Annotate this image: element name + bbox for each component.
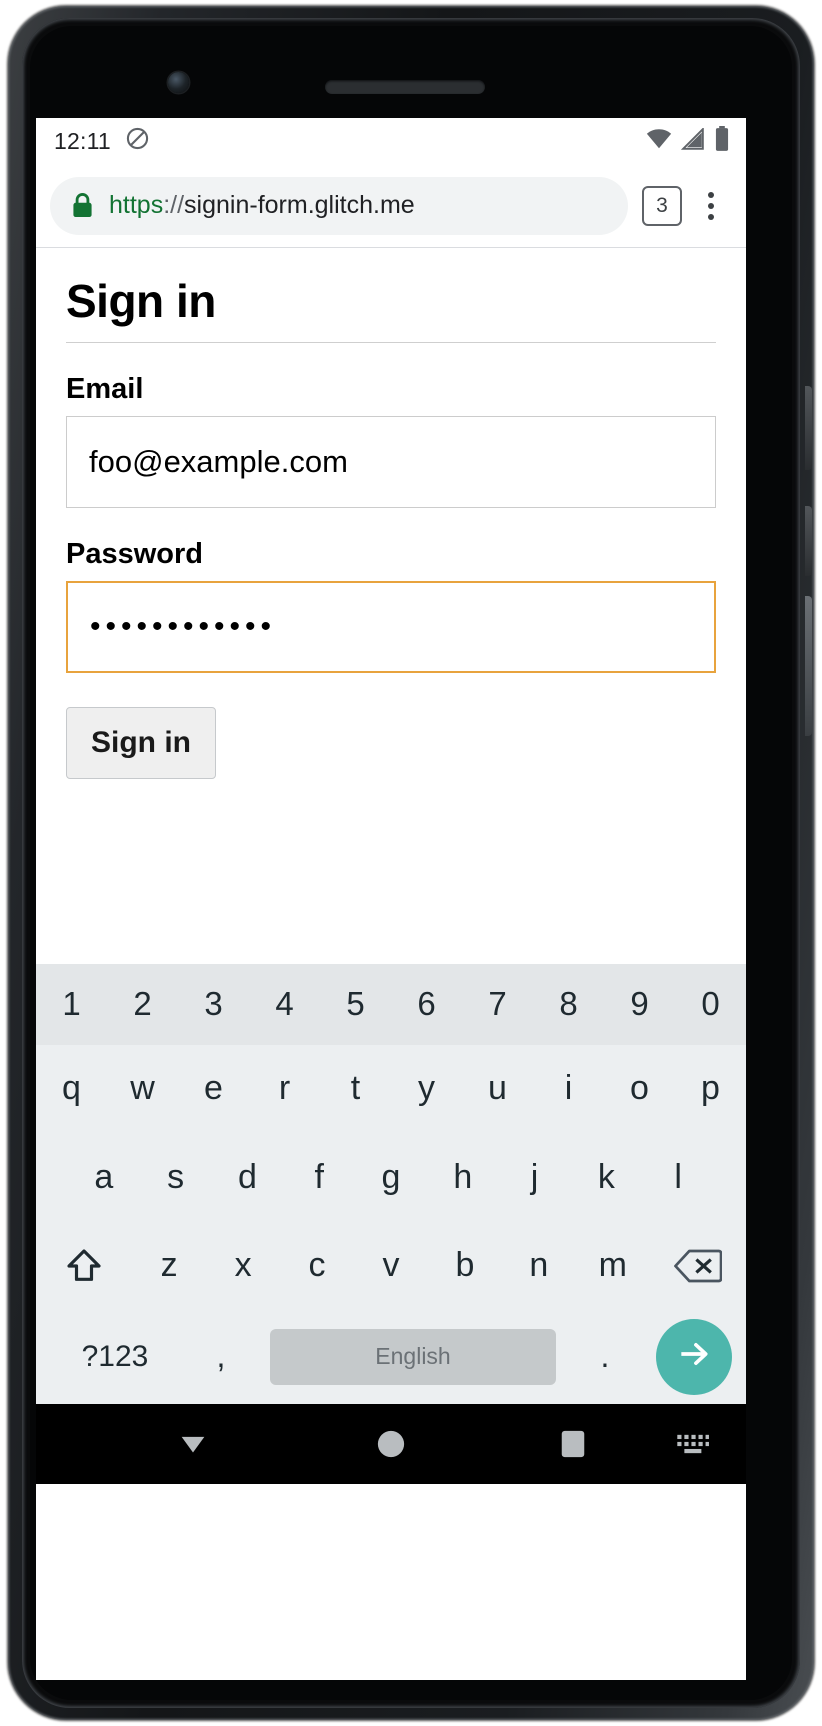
volume-up-button[interactable] xyxy=(805,506,812,576)
key-l[interactable]: l xyxy=(642,1133,714,1221)
key-comma[interactable]: , xyxy=(180,1338,262,1375)
omnibox-url-text: https://signin-form.glitch.me xyxy=(109,191,415,220)
home-circle-icon[interactable] xyxy=(376,1429,406,1459)
keyboard-row-shift: z x c v b n m xyxy=(36,1221,746,1309)
page-title: Sign in xyxy=(66,274,716,343)
key-5[interactable]: 5 xyxy=(320,964,391,1045)
status-bar-left-icons xyxy=(125,126,150,156)
key-h[interactable]: h xyxy=(427,1133,499,1221)
key-period[interactable]: . xyxy=(564,1338,646,1375)
enter-key[interactable] xyxy=(656,1318,732,1395)
key-a[interactable]: a xyxy=(68,1133,140,1221)
password-field-group: Password •••••••••••• xyxy=(66,538,716,673)
android-display: 12:11 https://signin-form.glitch.me 3 Si… xyxy=(36,118,746,1680)
sign-in-submit-button[interactable]: Sign in xyxy=(66,707,216,779)
symbols-toggle-key[interactable]: ?123 xyxy=(50,1340,180,1374)
keyboard-number-row: 1 2 3 4 5 6 7 8 9 0 xyxy=(36,964,746,1045)
key-w[interactable]: w xyxy=(107,1045,178,1133)
key-g[interactable]: g xyxy=(355,1133,427,1221)
key-b[interactable]: b xyxy=(428,1221,502,1309)
overflow-menu-icon[interactable] xyxy=(690,182,732,230)
key-p[interactable]: p xyxy=(675,1045,746,1133)
cell-signal-icon xyxy=(680,126,705,155)
key-v[interactable]: v xyxy=(354,1221,428,1309)
hide-keyboard-down-icon[interactable] xyxy=(176,1427,210,1461)
key-1[interactable]: 1 xyxy=(36,964,107,1045)
key-d[interactable]: d xyxy=(212,1133,284,1221)
power-button[interactable] xyxy=(805,386,812,470)
spacebar-key[interactable]: English xyxy=(270,1328,556,1385)
key-z[interactable]: z xyxy=(132,1221,206,1309)
url-host: signin-form.glitch.me xyxy=(184,191,415,219)
browser-toolbar: https://signin-form.glitch.me 3 xyxy=(36,164,746,248)
key-8[interactable]: 8 xyxy=(533,964,604,1045)
front-camera-icon xyxy=(168,72,189,93)
email-input[interactable] xyxy=(66,416,716,508)
virtual-keyboard: 1 2 3 4 5 6 7 8 9 0 q w e r t y u i o p … xyxy=(36,964,746,1404)
status-bar: 12:11 xyxy=(36,118,746,164)
password-field-label: Password xyxy=(66,538,203,570)
key-0[interactable]: 0 xyxy=(675,964,746,1045)
key-y[interactable]: y xyxy=(391,1045,462,1133)
key-9[interactable]: 9 xyxy=(604,964,675,1045)
keyboard-row-top: q w e r t y u i o p xyxy=(36,1045,746,1133)
key-u[interactable]: u xyxy=(462,1045,533,1133)
key-x[interactable]: x xyxy=(206,1221,280,1309)
key-j[interactable]: j xyxy=(499,1133,571,1221)
key-o[interactable]: o xyxy=(604,1045,675,1133)
email-field-group: Email xyxy=(66,373,716,508)
lock-icon[interactable] xyxy=(70,192,95,219)
menu-dot xyxy=(708,202,714,209)
android-navigation-bar xyxy=(36,1404,746,1484)
key-m[interactable]: m xyxy=(576,1221,650,1309)
key-n[interactable]: n xyxy=(502,1221,576,1309)
recents-square-icon[interactable] xyxy=(560,1429,586,1459)
status-bar-clock: 12:11 xyxy=(54,127,111,154)
key-2[interactable]: 2 xyxy=(107,964,178,1045)
tab-counter-button[interactable]: 3 xyxy=(642,185,682,226)
key-3[interactable]: 3 xyxy=(178,964,249,1045)
password-input[interactable]: •••••••••••• xyxy=(66,581,716,673)
key-4[interactable]: 4 xyxy=(249,964,320,1045)
do-not-disturb-icon xyxy=(125,126,150,156)
battery-icon xyxy=(714,125,730,157)
key-r[interactable]: r xyxy=(249,1045,320,1133)
url-scheme: https xyxy=(109,191,164,219)
shift-icon[interactable] xyxy=(36,1221,132,1309)
status-bar-right-icons xyxy=(646,125,730,157)
wifi-icon xyxy=(646,128,672,155)
keyboard-row-home: a s d f g h j k l xyxy=(36,1133,746,1221)
key-c[interactable]: c xyxy=(280,1221,354,1309)
backspace-icon[interactable] xyxy=(650,1221,746,1309)
omnibox-address-bar[interactable]: https://signin-form.glitch.me xyxy=(50,176,628,235)
url-separator: :// xyxy=(163,191,185,219)
key-6[interactable]: 6 xyxy=(391,964,462,1045)
keyboard-switcher-icon[interactable] xyxy=(676,1432,710,1456)
arrow-right-icon xyxy=(675,1335,713,1378)
key-k[interactable]: k xyxy=(570,1133,642,1221)
key-t[interactable]: t xyxy=(320,1045,391,1133)
key-i[interactable]: i xyxy=(533,1045,604,1133)
key-7[interactable]: 7 xyxy=(462,964,533,1045)
earpiece-speaker xyxy=(325,80,485,94)
key-e[interactable]: e xyxy=(178,1045,249,1133)
email-field-label: Email xyxy=(66,373,144,405)
key-q[interactable]: q xyxy=(36,1045,107,1133)
volume-down-button[interactable] xyxy=(805,596,812,736)
key-f[interactable]: f xyxy=(283,1133,355,1221)
menu-dot xyxy=(708,191,714,198)
menu-dot xyxy=(708,213,714,220)
web-page-content: Sign in Email Password •••••••••••• Sign… xyxy=(36,248,746,964)
key-s[interactable]: s xyxy=(140,1133,212,1221)
keyboard-row-bottom: ?123 , English . xyxy=(36,1310,746,1404)
